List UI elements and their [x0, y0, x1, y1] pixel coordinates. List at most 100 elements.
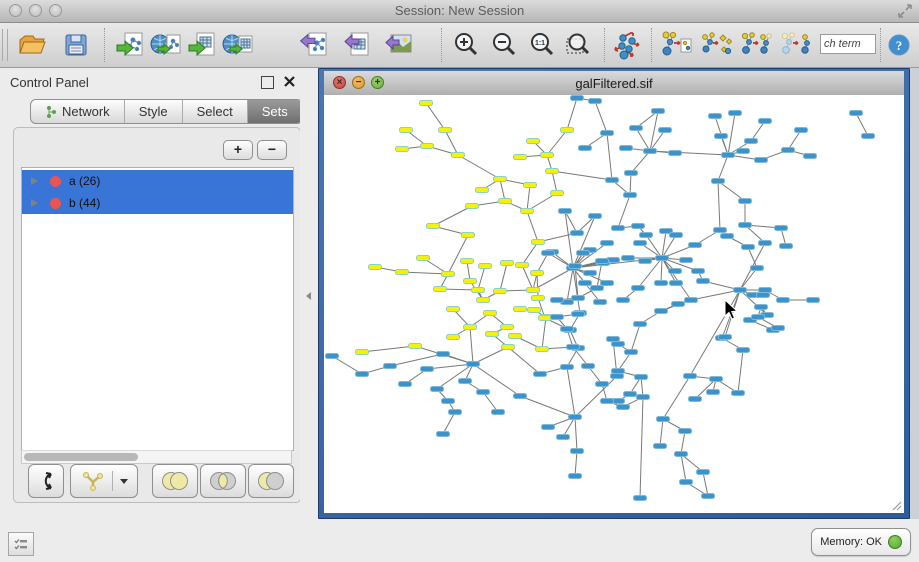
export-network-button[interactable]	[296, 27, 332, 63]
network-node-blue[interactable]	[617, 405, 630, 410]
network-node-blue[interactable]	[757, 293, 770, 298]
network-node-blue[interactable]	[624, 392, 637, 397]
network-node-yellow[interactable]	[514, 155, 527, 160]
zoom-out-button[interactable]	[486, 27, 522, 63]
split-set-button[interactable]	[28, 464, 64, 498]
network-node-blue[interactable]	[571, 96, 584, 101]
export-image-button[interactable]	[380, 27, 416, 63]
network-edge[interactable]	[470, 327, 473, 364]
tab-select[interactable]: Select	[183, 100, 248, 123]
search-input[interactable]	[820, 34, 876, 54]
new-network-selected-nodes-selected-edges-button[interactable]	[778, 27, 814, 63]
network-edge[interactable]	[575, 417, 577, 451]
network-node-yellow[interactable]	[417, 256, 430, 261]
network-node-yellow[interactable]	[528, 308, 541, 313]
network-node-blue[interactable]	[612, 369, 625, 374]
network-node-blue[interactable]	[559, 209, 572, 214]
network-node-blue[interactable]	[601, 131, 614, 136]
network-node-blue[interactable]	[622, 256, 635, 261]
network-node-blue[interactable]	[551, 298, 564, 303]
network-node-yellow[interactable]	[521, 209, 534, 214]
first-neighbors-button[interactable]	[698, 27, 734, 63]
network-edge[interactable]	[690, 290, 740, 376]
network-node-yellow[interactable]	[536, 347, 549, 352]
network-node-blue[interactable]	[606, 178, 619, 183]
expand-triangle-icon[interactable]	[31, 199, 38, 207]
network-node-yellow[interactable]	[527, 139, 540, 144]
new-network-selected-nodes-all-edges-button[interactable]	[738, 27, 774, 63]
network-node-blue[interactable]	[624, 193, 637, 198]
network-node-yellow[interactable]	[531, 271, 544, 276]
save-session-button[interactable]	[58, 27, 94, 63]
network-node-blue[interactable]	[579, 146, 592, 151]
network-node-yellow[interactable]	[501, 261, 514, 266]
network-edge[interactable]	[390, 354, 443, 366]
network-node-blue[interactable]	[755, 305, 768, 310]
network-edge[interactable]	[660, 419, 663, 446]
task-monitor-button[interactable]	[8, 532, 34, 556]
network-node-blue[interactable]	[356, 372, 369, 377]
network-node-yellow[interactable]	[356, 350, 369, 355]
network-node-blue[interactable]	[732, 391, 745, 396]
tab-network[interactable]: Network	[31, 100, 125, 123]
network-node-blue[interactable]	[675, 452, 688, 457]
network-node-blue[interactable]	[551, 315, 564, 320]
network-node-blue[interactable]	[795, 128, 808, 133]
network-canvas[interactable]	[324, 95, 904, 513]
network-node-blue[interactable]	[775, 226, 788, 231]
network-node-yellow[interactable]	[420, 101, 433, 106]
network-node-yellow[interactable]	[434, 287, 447, 292]
close-panel-button[interactable]	[283, 75, 296, 88]
network-node-blue[interactable]	[656, 256, 669, 261]
network-node-yellow[interactable]	[427, 224, 440, 229]
network-node-blue[interactable]	[637, 395, 650, 400]
network-node-blue[interactable]	[759, 119, 772, 124]
network-node-blue[interactable]	[584, 271, 597, 276]
network-node-blue[interactable]	[752, 315, 765, 320]
network-node-blue[interactable]	[654, 444, 667, 449]
network-node-yellow[interactable]	[539, 316, 552, 321]
network-node-blue[interactable]	[611, 374, 624, 379]
panel-splitter[interactable]	[300, 68, 318, 519]
network-node-yellow[interactable]	[532, 240, 545, 245]
network-edge[interactable]	[646, 235, 662, 258]
network-node-blue[interactable]	[572, 312, 585, 317]
network-node-yellow[interactable]	[447, 335, 460, 340]
network-node-blue[interactable]	[715, 134, 728, 139]
network-node-yellow[interactable]	[439, 128, 452, 133]
network-node-blue[interactable]	[459, 379, 472, 384]
network-node-blue[interactable]	[594, 300, 607, 305]
network-edge[interactable]	[458, 155, 500, 179]
network-node-yellow[interactable]	[447, 307, 460, 312]
network-node-blue[interactable]	[659, 128, 672, 133]
network-node-yellow[interactable]	[452, 153, 465, 158]
network-node-blue[interactable]	[634, 241, 647, 246]
network-node-blue[interactable]	[421, 367, 434, 372]
network-node-blue[interactable]	[742, 245, 755, 250]
network-edge[interactable]	[527, 185, 530, 211]
network-node-blue[interactable]	[685, 298, 698, 303]
network-edge[interactable]	[522, 242, 538, 265]
network-node-yellow[interactable]	[396, 270, 409, 275]
network-edge[interactable]	[445, 130, 458, 155]
zoom-selected-button[interactable]	[560, 27, 596, 63]
network-node-blue[interactable]	[630, 126, 643, 131]
network-node-yellow[interactable]	[486, 332, 499, 337]
network-node-yellow[interactable]	[464, 325, 477, 330]
network-node-blue[interactable]	[772, 326, 785, 331]
network-edge[interactable]	[443, 412, 455, 434]
float-panel-button[interactable]	[261, 76, 274, 89]
network-edge[interactable]	[703, 472, 708, 496]
network-node-blue[interactable]	[737, 348, 750, 353]
expand-triangle-icon[interactable]	[31, 177, 38, 185]
network-node-yellow[interactable]	[516, 263, 529, 268]
network-node-yellow[interactable]	[514, 307, 527, 312]
zoom-in-button[interactable]	[448, 27, 484, 63]
union-button[interactable]	[152, 464, 198, 498]
network-node-blue[interactable]	[729, 111, 742, 116]
network-node-yellow[interactable]	[396, 147, 409, 152]
network-node-blue[interactable]	[670, 233, 683, 238]
network-node-blue[interactable]	[684, 374, 697, 379]
apply-layout-button[interactable]	[610, 27, 646, 63]
network-node-yellow[interactable]	[464, 279, 477, 284]
